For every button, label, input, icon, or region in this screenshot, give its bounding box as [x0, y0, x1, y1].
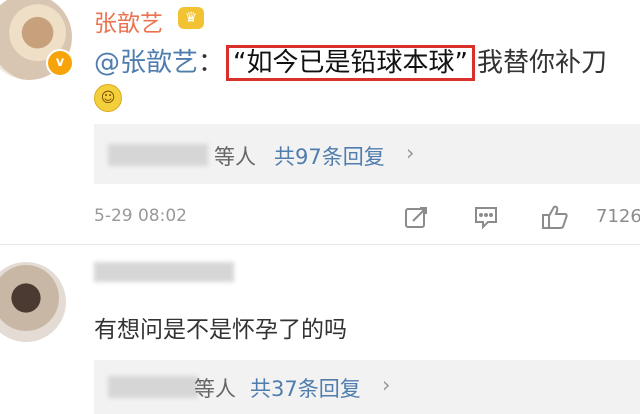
like-count: 7126	[596, 206, 640, 227]
avatar[interactable]	[0, 262, 66, 342]
username[interactable]: 张歆艺	[94, 4, 163, 38]
divider	[0, 244, 640, 245]
like-icon[interactable]	[540, 203, 568, 231]
reply-tail: 我替你补刀	[476, 48, 607, 78]
reply-summary-suffix: 等人	[194, 377, 236, 401]
crown-icon: ♛	[178, 7, 204, 29]
smile-emoji-icon: ☺	[94, 84, 122, 112]
reply-count-link[interactable]: 共97条回复	[274, 141, 385, 171]
verified-badge-icon: v	[46, 49, 74, 77]
reply-summary-suffix: 等人	[214, 145, 256, 169]
reply-count-link[interactable]: 共37条回复	[250, 373, 361, 403]
comment-text: 有想问是不是怀孕了的吗	[94, 317, 347, 343]
chevron-right-icon: ›	[382, 373, 391, 397]
comment-icon[interactable]	[472, 203, 500, 231]
chevron-right-icon: ›	[406, 141, 415, 165]
reply-colon: ：	[198, 48, 225, 78]
mention-link[interactable]: @张歆艺	[94, 48, 198, 78]
blurred-names	[108, 144, 208, 166]
reply-summary[interactable]: 等人 共37条回复 ›	[94, 360, 640, 414]
highlighted-quote: “如今已是铅球本球”	[226, 45, 475, 81]
timestamp: 5-29 08:02	[94, 206, 187, 226]
blurred-names	[108, 376, 198, 398]
blurred-username	[94, 262, 234, 282]
reply-text: @张歆艺： “如今已是铅球本球” 我替你补刀	[94, 42, 607, 81]
repost-icon[interactable]	[402, 203, 430, 231]
reply-summary[interactable]: 等人 共97条回复 ›	[94, 124, 640, 184]
